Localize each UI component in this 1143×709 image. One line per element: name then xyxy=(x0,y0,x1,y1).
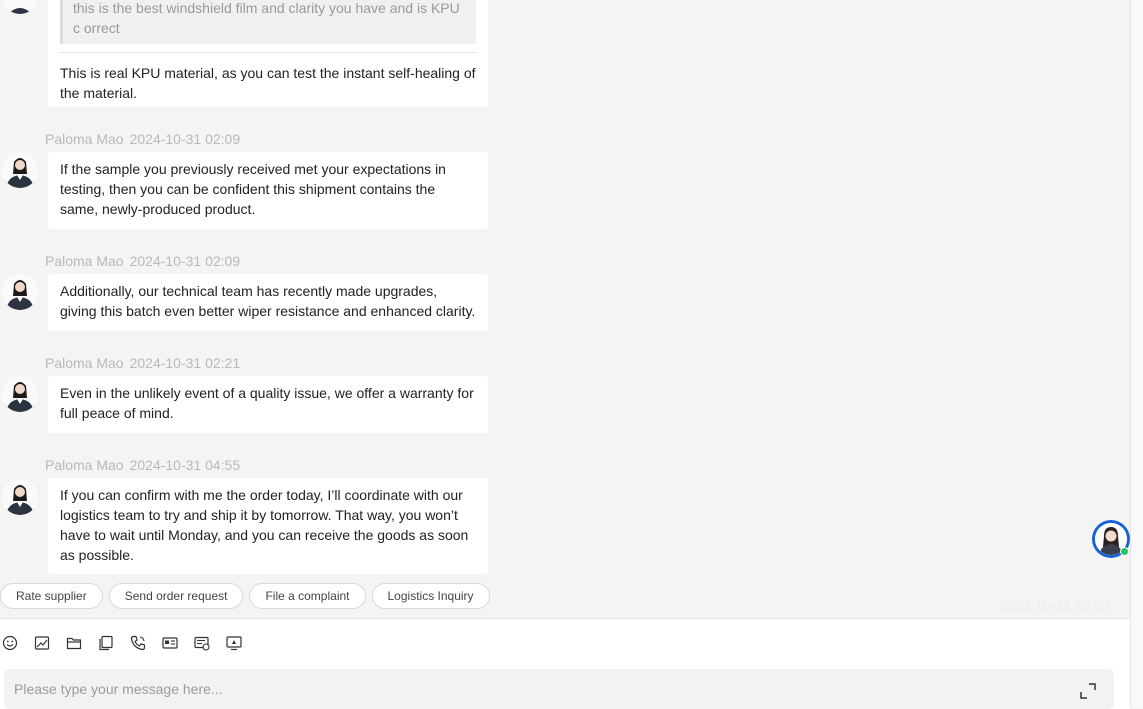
scrollbar[interactable] xyxy=(1130,0,1143,708)
message-bubble: Additionally, our technical team has rec… xyxy=(48,274,488,331)
logistics-inquiry-button[interactable]: Logistics Inquiry xyxy=(371,583,490,609)
message-text: If you can confirm with me the order tod… xyxy=(60,487,469,563)
message-text: This is real KPU material, as you can te… xyxy=(60,65,476,101)
message-meta: Paloma Mao 2024-10-31 02:09 xyxy=(45,131,240,147)
folder-icon[interactable] xyxy=(66,635,82,651)
sender-name: Paloma Mao xyxy=(45,457,124,473)
avatar xyxy=(2,479,38,515)
image-icon[interactable] xyxy=(34,635,50,651)
chat-history[interactable]: this is the best windshield film and cla… xyxy=(0,0,1130,618)
message-time: 2024-10-31 02:21 xyxy=(129,355,241,371)
rate-supplier-button[interactable]: Rate supplier xyxy=(0,583,103,609)
quoted-message: this is the best windshield film and cla… xyxy=(60,0,476,44)
sender-name: Paloma Mao xyxy=(45,355,124,371)
screen-icon[interactable] xyxy=(226,635,242,651)
expand-icon[interactable] xyxy=(1079,682,1097,700)
sender-name: Paloma Mao xyxy=(45,131,124,147)
quote-divider xyxy=(60,52,476,53)
message-meta: Paloma Mao 2024-10-31 02:09 xyxy=(45,253,240,269)
quick-actions: Rate supplier Send order request File a co… xyxy=(0,583,496,609)
message-text: If the sample you previously received me… xyxy=(60,161,446,217)
phone-icon[interactable] xyxy=(130,635,146,651)
avatar xyxy=(2,274,38,310)
support-agent-button[interactable] xyxy=(1092,520,1130,558)
message-meta: Paloma Mao 2024-10-31 04:55 xyxy=(45,457,240,473)
message-text: Even in the unlikely event of a quality … xyxy=(60,385,474,421)
sender-name: Paloma Mao xyxy=(45,253,124,269)
emoji-icon[interactable] xyxy=(2,635,18,651)
online-status-indicator xyxy=(1120,547,1129,556)
copy-icon[interactable] xyxy=(98,635,114,651)
message-time: 2024-10-31 02:09 xyxy=(129,253,241,269)
avatar xyxy=(2,152,38,188)
file-complaint-button[interactable]: File a complaint xyxy=(249,583,366,609)
message-bubble: If you can confirm with me the order tod… xyxy=(48,478,488,574)
avatar xyxy=(2,0,38,14)
quote-sheet-icon[interactable] xyxy=(194,635,210,651)
message-bubble: If the sample you previously received me… xyxy=(48,152,488,229)
message-time: 2024-10-31 04:55 xyxy=(129,457,241,473)
faded-timestamp: 2024-10-31 20:30 xyxy=(999,598,1110,614)
composer-toolbar xyxy=(2,635,258,655)
message-input[interactable] xyxy=(4,669,1114,709)
send-order-request-button[interactable]: Send order request xyxy=(108,583,244,609)
card-icon[interactable] xyxy=(162,635,178,651)
message-time: 2024-10-31 02:09 xyxy=(129,131,241,147)
message-text: Additionally, our technical team has rec… xyxy=(60,283,476,319)
message-meta: Paloma Mao 2024-10-31 02:21 xyxy=(45,355,240,371)
avatar xyxy=(2,376,38,412)
message-bubble: Even in the unlikely event of a quality … xyxy=(48,376,488,433)
message-bubble: this is the best windshield film and cla… xyxy=(48,0,488,107)
message-composer xyxy=(0,618,1130,709)
